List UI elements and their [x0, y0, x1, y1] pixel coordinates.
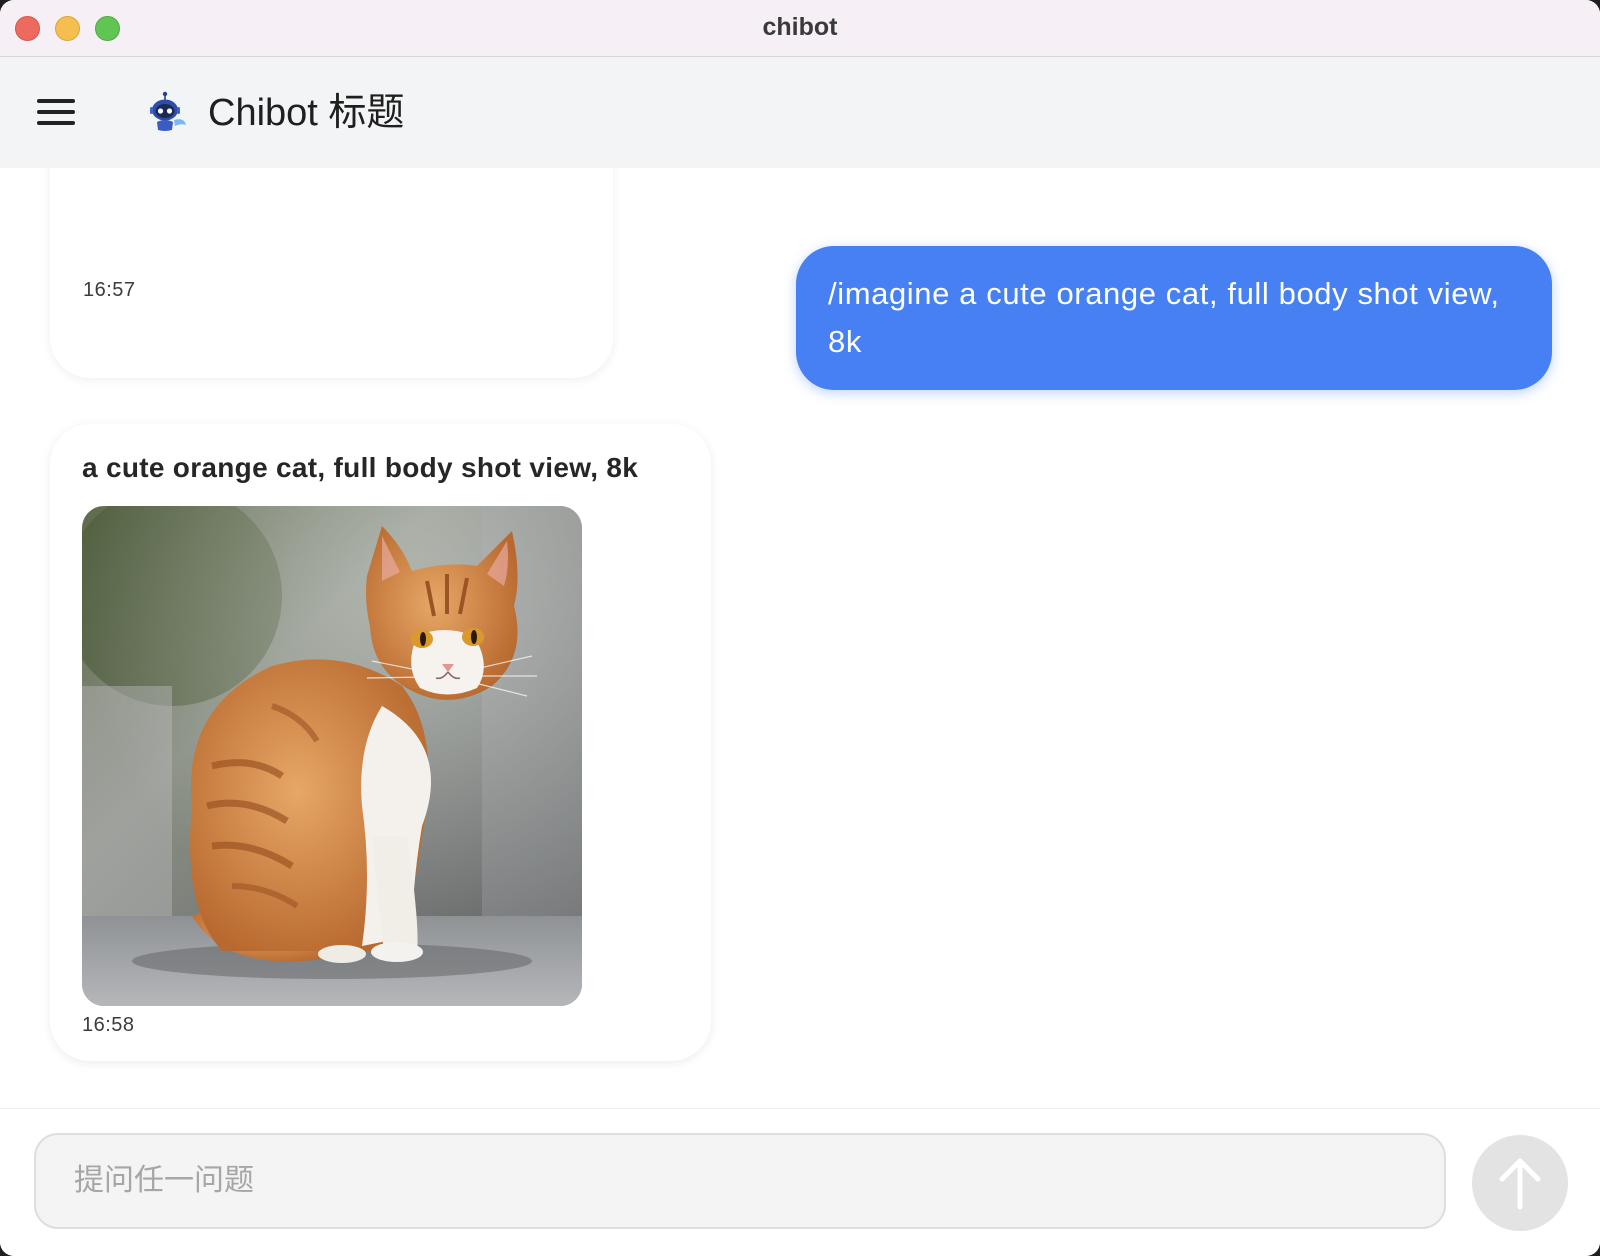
robot-icon [150, 91, 186, 131]
app-window: chibot Chibot 标题 16:57 /imagine a cute o… [0, 0, 1600, 1256]
generated-cat-image[interactable] [82, 506, 582, 1006]
chat-history[interactable]: 16:57 /imagine a cute orange cat, full b… [0, 168, 1600, 1108]
user-message-text: /imagine a cute orange cat, full body sh… [828, 276, 1500, 359]
app-header: Chibot 标题 [0, 57, 1600, 168]
user-message: /imagine a cute orange cat, full body sh… [796, 246, 1552, 390]
message-input[interactable] [34, 1133, 1446, 1229]
bot-message-heading: a cute orange cat, full body shot view, … [82, 452, 639, 483]
bot-message: a cute orange cat, full body shot view, … [50, 424, 711, 1061]
app-title: Chibot 标题 [208, 92, 405, 134]
message-timestamp: 16:58 [82, 1014, 135, 1036]
title-bar: chibot [0, 0, 1600, 57]
send-button[interactable] [1472, 1135, 1568, 1231]
arrow-up-icon [1499, 1158, 1541, 1210]
hamburger-menu-icon[interactable] [36, 97, 76, 127]
message-timestamp: 16:57 [83, 279, 136, 301]
composer-bar [0, 1108, 1600, 1256]
bot-message-previous: 16:57 [50, 168, 613, 378]
window-title: chibot [762, 13, 838, 41]
